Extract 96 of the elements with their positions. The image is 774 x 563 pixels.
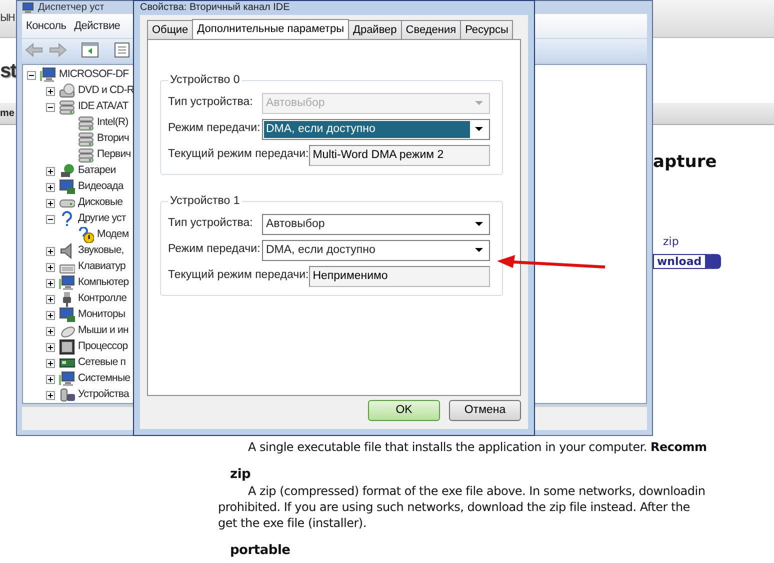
tree-item[interactable]: Компьютер xyxy=(78,275,129,292)
question-icon xyxy=(59,211,75,228)
tree-item[interactable]: Модем xyxy=(97,227,129,244)
expand-icon[interactable] xyxy=(46,342,55,352)
page-heading: apture xyxy=(653,151,718,173)
tree-item[interactable]: Контролле xyxy=(78,291,127,308)
battery-icon xyxy=(59,163,75,180)
computer-icon xyxy=(59,275,75,292)
drive-icon xyxy=(78,147,94,164)
ok-button[interactable]: OK xyxy=(368,400,440,421)
cancel-button[interactable]: Отмена xyxy=(449,400,521,421)
chip-icon xyxy=(59,339,75,356)
collapse-icon[interactable] xyxy=(27,70,36,80)
dialog-title: Свойства: Вторичный канал IDE xyxy=(140,1,291,15)
download-label: zip xyxy=(662,235,680,248)
expand-icon[interactable] xyxy=(46,310,55,320)
tree-item[interactable]: Сетевые п xyxy=(78,355,126,372)
tree-item[interactable]: Вторич xyxy=(97,131,129,148)
dropdown[interactable]: DMA, если доступно xyxy=(262,240,490,260)
expand-icon[interactable] xyxy=(46,294,55,304)
field-label: Тип устройства: xyxy=(168,95,253,110)
menu-link[interactable]: me xyxy=(0,106,14,121)
monitor-icon xyxy=(59,307,75,324)
field-label: Режим передачи: xyxy=(168,121,260,136)
expand-icon[interactable] xyxy=(46,182,55,192)
tree-item[interactable]: Процессор xyxy=(78,339,128,356)
expand-icon[interactable] xyxy=(46,326,55,336)
tab[interactable]: Дополнительные параметры xyxy=(192,19,349,39)
caret-icon xyxy=(475,127,483,131)
paragraph-line: A single executable file that installs the application in your computer. Recomm xyxy=(247,439,707,455)
field-label: Режим передачи: xyxy=(168,242,260,258)
tab[interactable]: Драйвер xyxy=(348,20,402,39)
tree-item[interactable]: Мониторы xyxy=(78,307,126,324)
tree-item[interactable]: MICROSOF-DF xyxy=(59,67,129,84)
expand-icon[interactable] xyxy=(46,358,55,368)
expand-icon[interactable] xyxy=(46,198,55,208)
expand-icon[interactable] xyxy=(46,86,55,96)
warning-icon xyxy=(78,227,94,244)
expand-icon[interactable] xyxy=(46,246,55,256)
dropdown[interactable]: Автовыбор xyxy=(262,214,490,234)
caret-icon xyxy=(475,222,483,226)
tree-item[interactable]: Дисковые xyxy=(78,195,123,212)
dropdown[interactable]: DMA, если доступно xyxy=(262,118,490,140)
drive-icon xyxy=(59,99,75,116)
caret-icon xyxy=(475,248,483,252)
device-icon xyxy=(59,387,75,404)
tree-item[interactable]: Батареи xyxy=(78,163,116,180)
readonly-field[interactable]: Multi-Word DMA режим 2 xyxy=(308,144,490,166)
monitor-icon xyxy=(59,179,75,196)
tree-item[interactable]: Intel(R) xyxy=(97,115,128,132)
window-title: Диспетчер уст xyxy=(38,1,104,14)
paragraph-line: get the exe file (installer). xyxy=(218,515,368,531)
collapse-icon[interactable] xyxy=(46,102,55,112)
expand-icon[interactable] xyxy=(46,390,55,400)
menu-item[interactable]: Действие xyxy=(74,18,120,34)
tree-item[interactable]: DVD и CD-R xyxy=(78,83,134,100)
nav-link[interactable]: ЫН xyxy=(0,11,14,26)
expand-icon[interactable] xyxy=(46,262,55,272)
download-button[interactable]: wnload xyxy=(653,254,721,269)
collapse-icon[interactable] xyxy=(46,214,55,224)
paragraph-line: A zip (compressed) format of the exe file above. In some networks, downloadin xyxy=(247,483,706,499)
window-icon[interactable] xyxy=(81,42,99,58)
computer-icon xyxy=(22,2,34,13)
field-label: Текущий режим передачи: xyxy=(168,147,309,162)
site-logo: st xyxy=(0,58,16,84)
disc-drive-icon xyxy=(59,83,75,100)
group-title: Устройство 1 xyxy=(169,195,241,207)
computer-icon xyxy=(59,371,75,388)
tab[interactable]: Ресурсы xyxy=(460,20,514,39)
menu-item[interactable]: Консоль xyxy=(26,18,66,34)
field-label: Текущий режим передачи: xyxy=(168,268,309,284)
drive-icon xyxy=(78,131,94,148)
expand-icon[interactable] xyxy=(46,166,55,176)
tree-item[interactable]: Другие уст xyxy=(78,211,126,228)
readonly-field[interactable]: Неприменимо xyxy=(308,266,490,286)
tab[interactable]: Общие xyxy=(147,20,194,39)
paragraph-line: prohibited. If you are using such networks, download the zip file instead. After the xyxy=(218,499,691,515)
expand-icon[interactable] xyxy=(46,374,55,384)
tree-item[interactable]: Клавиатур xyxy=(78,259,126,276)
tree-item[interactable]: Мыши и ин xyxy=(78,323,128,340)
expand-icon[interactable] xyxy=(46,278,55,288)
tree-item[interactable]: Системные xyxy=(78,371,130,388)
field-label: Тип устройства: xyxy=(168,216,253,232)
tree-item[interactable]: Звуковые, xyxy=(78,243,124,260)
drive-icon xyxy=(78,115,94,132)
tree-item[interactable]: Устройства xyxy=(78,387,129,404)
tree-item[interactable]: Видеоада xyxy=(78,179,124,196)
tree-item[interactable]: Первич xyxy=(97,147,131,164)
tree-item[interactable]: IDE ATA/AT xyxy=(78,99,128,116)
computer-icon xyxy=(40,67,56,84)
tab[interactable]: Сведения xyxy=(400,20,462,39)
section-title: zip xyxy=(229,467,252,483)
section-title: portable xyxy=(229,543,292,559)
caret-icon xyxy=(475,101,483,105)
group-title: Устройство 0 xyxy=(169,74,241,86)
document-icon[interactable] xyxy=(113,42,131,58)
